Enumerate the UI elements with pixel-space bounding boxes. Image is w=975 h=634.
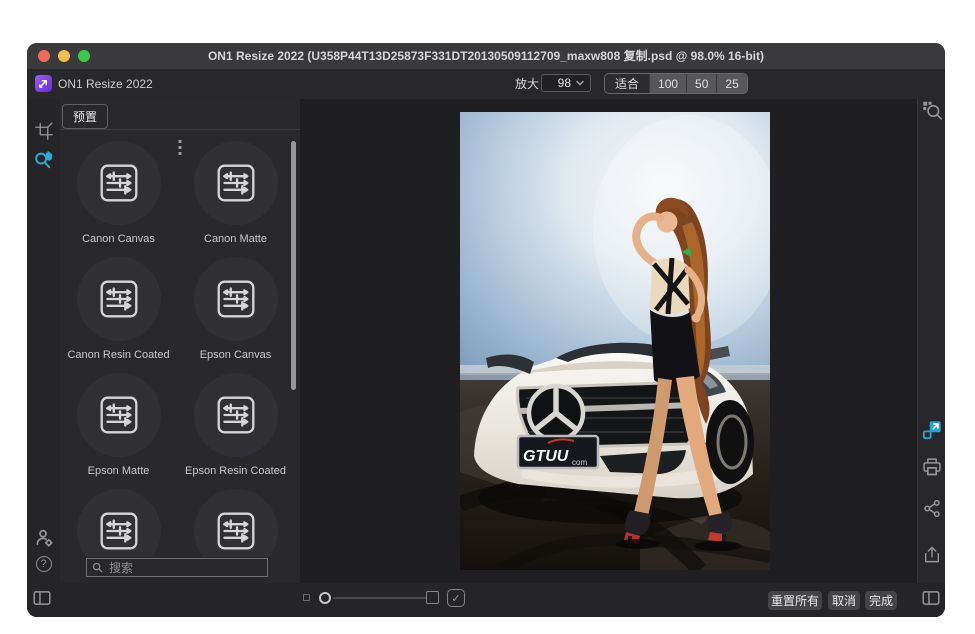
- navigator-icon[interactable]: [921, 100, 942, 126]
- preset-tile[interactable]: Canon Resin Coated: [64, 257, 174, 363]
- zoom-value: 98: [558, 76, 571, 90]
- zoom-50-button[interactable]: 50: [686, 74, 716, 93]
- preset-thumb: [194, 257, 278, 341]
- thumbnail-size-slider-knob[interactable]: [319, 592, 331, 604]
- on1-logo: [35, 75, 52, 92]
- fit-button[interactable]: 适合: [605, 74, 649, 93]
- help-glyph: ?: [40, 558, 46, 570]
- preset-tile[interactable]: Epson Resin Coated: [181, 373, 291, 479]
- preset-tile[interactable]: [181, 489, 291, 557]
- preset-label: Epson Resin Coated: [181, 465, 291, 477]
- license-plate: GTUU com: [518, 436, 598, 468]
- preset-label: Epson Canvas: [181, 349, 291, 361]
- main-area: ? 预置 Canon Canvas: [27, 99, 945, 583]
- preset-thumb: [77, 489, 161, 557]
- preset-thumb: [77, 257, 161, 341]
- app-window: ON1 Resize 2022 (U358P44T13D25873F331DT2…: [27, 43, 945, 617]
- preset-grid: Canon Canvas Canon Matte: [60, 141, 294, 557]
- footer-bar: ✓ 重置所有 取消 完成: [27, 583, 945, 617]
- preset-tile[interactable]: Canon Canvas: [64, 141, 174, 247]
- preset-tile[interactable]: Epson Matte: [64, 373, 174, 479]
- preset-thumb: [77, 141, 161, 225]
- presets-panel: 预置 Canon Canvas: [60, 99, 300, 583]
- plate-text-sub: com: [572, 458, 587, 467]
- presets-panel-header: 预置: [60, 99, 300, 130]
- window-title: ON1 Resize 2022 (U358P44T13D25873F331DT2…: [27, 43, 945, 69]
- preset-sliders-icon: [214, 277, 258, 321]
- preset-sliders-icon: [214, 393, 258, 437]
- preset-sliders-icon: [214, 161, 258, 205]
- preset-thumb: [194, 141, 278, 225]
- crop-tool-icon[interactable]: [35, 122, 53, 145]
- preset-sliders-icon: [97, 509, 141, 553]
- cancel-button[interactable]: 取消: [828, 591, 860, 610]
- preset-label: Canon Matte: [181, 233, 291, 245]
- zoom-value-dropdown[interactable]: 98: [541, 74, 591, 92]
- preset-thumb: [194, 373, 278, 457]
- preset-search: [86, 558, 268, 577]
- export-icon[interactable]: [922, 545, 941, 569]
- left-panel-toggle-icon[interactable]: [33, 590, 51, 611]
- zoom-100-button[interactable]: 100: [649, 74, 686, 93]
- photo-preview[interactable]: GTUU com: [460, 112, 770, 570]
- chevron-down-icon: [576, 80, 584, 86]
- resize-arrow-glyph: [38, 78, 49, 89]
- app-header: ON1 Resize 2022 放大 98 适合1005025: [27, 69, 945, 99]
- preset-thumb: [77, 373, 161, 457]
- preset-sliders-icon: [97, 277, 141, 321]
- right-panel-toggle-icon[interactable]: [922, 590, 940, 611]
- thumbnail-size-slider-track[interactable]: [333, 597, 426, 599]
- left-tool-strip: ?: [27, 99, 60, 583]
- zoom-25-button[interactable]: 25: [716, 74, 746, 93]
- app-name: ON1 Resize 2022: [58, 69, 153, 99]
- preview-size-small-icon: [303, 594, 310, 601]
- plate-text-main: GTUU: [523, 448, 569, 465]
- preset-sliders-icon: [214, 509, 258, 553]
- preset-tile[interactable]: [64, 489, 174, 557]
- search-icon: [92, 562, 103, 573]
- resize-module-icon[interactable]: [922, 420, 942, 445]
- preset-sliders-icon: [97, 161, 141, 205]
- preview-size-large-icon: [426, 591, 439, 604]
- tab-presets[interactable]: 预置: [62, 104, 108, 129]
- fit-zoom-segmented-control: 适合1005025: [604, 73, 748, 94]
- zoom-label: 放大: [515, 69, 539, 99]
- soft-proof-toggle-icon[interactable]: ✓: [447, 589, 465, 607]
- titlebar[interactable]: ON1 Resize 2022 (U358P44T13D25873F331DT2…: [27, 43, 945, 69]
- scrollbar-thumb[interactable]: [291, 141, 296, 390]
- preset-tile[interactable]: Epson Canvas: [181, 257, 291, 363]
- help-icon[interactable]: ?: [36, 556, 52, 572]
- preset-label: Epson Matte: [64, 465, 174, 477]
- canvas-area[interactable]: GTUU com: [300, 99, 917, 583]
- account-icon[interactable]: [34, 528, 53, 552]
- preset-label: Canon Resin Coated: [64, 349, 174, 361]
- search-input[interactable]: [107, 560, 262, 576]
- preset-tile[interactable]: Canon Matte: [181, 141, 291, 247]
- check-glyph: ✓: [451, 592, 460, 605]
- reset-all-button[interactable]: 重置所有: [768, 591, 822, 610]
- right-tool-strip: [917, 99, 945, 583]
- zoom-pan-tool-icon[interactable]: [33, 150, 54, 176]
- print-icon[interactable]: [922, 457, 942, 482]
- share-icon[interactable]: [922, 499, 941, 523]
- preset-thumb: [194, 489, 278, 557]
- preset-sliders-icon: [97, 393, 141, 437]
- done-button[interactable]: 完成: [865, 591, 897, 610]
- preset-label: Canon Canvas: [64, 233, 174, 245]
